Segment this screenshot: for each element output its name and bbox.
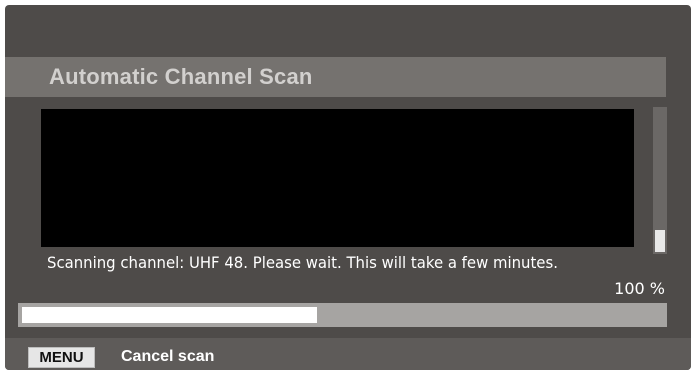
channel-preview-area	[41, 109, 634, 247]
scan-status-text: Scanning channel: UHF 48. Please wait. T…	[47, 253, 558, 272]
footer-bar: MENU Cancel scan	[5, 338, 691, 370]
scan-dialog: Automatic Channel Scan Scanning channel:…	[5, 5, 691, 370]
progress-bar-fill	[22, 307, 317, 323]
scrollbar[interactable]	[653, 107, 667, 254]
cancel-scan-button[interactable]: Cancel scan	[121, 348, 214, 366]
progress-percent: 100 %	[614, 279, 665, 298]
dialog-title: Automatic Channel Scan	[49, 64, 313, 89]
scrollbar-thumb[interactable]	[655, 230, 665, 252]
title-bar: Automatic Channel Scan	[5, 57, 666, 97]
menu-key-button[interactable]: MENU	[28, 347, 95, 368]
progress-bar	[18, 303, 667, 327]
